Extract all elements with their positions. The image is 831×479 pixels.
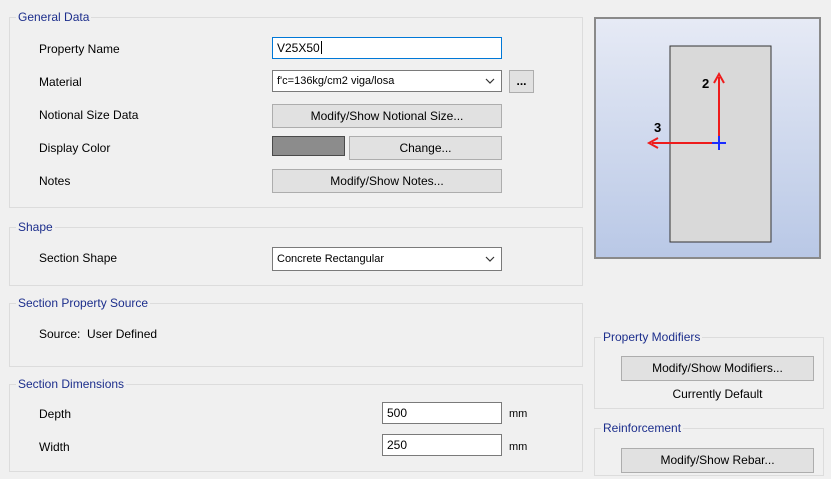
depth-unit: mm: [509, 408, 528, 420]
dimensions-group: Section Dimensions: [9, 377, 583, 472]
section-shape-select[interactable]: Concrete Rectangular: [272, 247, 502, 271]
rebar-button[interactable]: Modify/Show Rebar...: [621, 448, 814, 473]
modifiers-legend: Property Modifiers: [601, 330, 703, 344]
modifiers-status: Currently Default: [672, 387, 763, 401]
property-name-value: V25X50: [277, 41, 320, 55]
axis-2-label: 2: [702, 76, 709, 91]
depth-input[interactable]: 500: [382, 402, 502, 424]
shape-legend: Shape: [16, 220, 55, 234]
material-more-button[interactable]: ...: [509, 70, 534, 93]
dimensions-legend: Section Dimensions: [16, 377, 127, 391]
notes-label: Notes: [39, 174, 71, 188]
chevron-down-icon: [485, 78, 495, 84]
width-unit: mm: [509, 441, 528, 453]
notional-size-button[interactable]: Modify/Show Notional Size...: [272, 104, 502, 128]
general-data-legend: General Data: [16, 10, 92, 24]
change-color-button[interactable]: Change...: [349, 136, 502, 160]
notes-button[interactable]: Modify/Show Notes...: [272, 169, 502, 193]
property-name-label: Property Name: [39, 42, 120, 56]
section-shape-value: Concrete Rectangular: [277, 253, 385, 265]
source-text: Source: User Defined: [39, 327, 158, 341]
material-label: Material: [39, 75, 82, 89]
property-name-input[interactable]: V25X50: [272, 37, 502, 59]
notional-size-label: Notional Size Data: [39, 108, 139, 122]
axis-3-label: 3: [654, 120, 661, 135]
depth-label: Depth: [39, 407, 72, 421]
chevron-down-icon: [485, 256, 495, 262]
section-preview-canvas: 2 3: [596, 19, 819, 257]
display-color-swatch: [272, 136, 345, 156]
text-caret: [320, 41, 322, 54]
display-color-label: Display Color: [39, 141, 111, 155]
reinforcement-legend: Reinforcement: [601, 421, 684, 435]
source-legend: Section Property Source: [16, 296, 151, 310]
material-value: f'c=136kg/cm2 viga/losa: [277, 75, 395, 87]
section-shape-label: Section Shape: [39, 251, 118, 265]
material-select[interactable]: f'c=136kg/cm2 viga/losa: [272, 70, 502, 92]
width-input[interactable]: 250: [382, 434, 502, 456]
modifiers-button[interactable]: Modify/Show Modifiers...: [621, 356, 814, 381]
section-preview: 2 3: [594, 17, 821, 259]
width-label: Width: [39, 440, 70, 454]
